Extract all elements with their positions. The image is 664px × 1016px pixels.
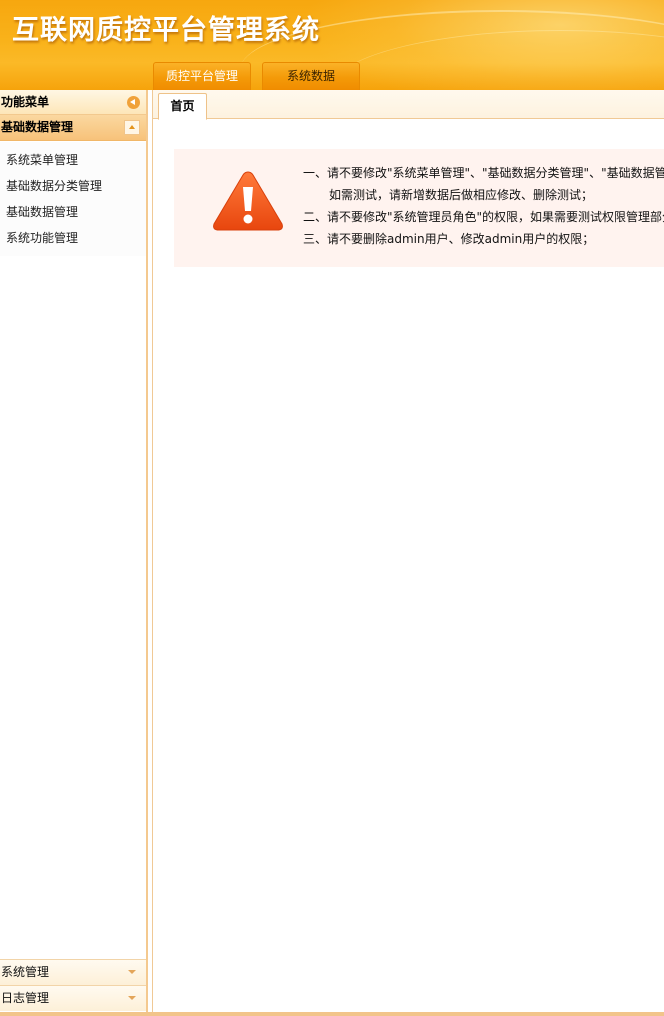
chevron-up-icon[interactable] — [124, 120, 140, 135]
app-title: 互联网质控平台管理系统 — [12, 15, 320, 46]
main-tab-bar: 首页 — [153, 90, 664, 120]
sidebar-group-basic-data[interactable]: 基础数据管理 — [0, 115, 146, 141]
tab-home[interactable]: 首页 — [158, 93, 207, 120]
collapse-sidebar-icon[interactable] — [127, 96, 140, 109]
notice-line-4: 三、请不要删除admin用户、修改admin用户的权限； — [303, 232, 595, 246]
sidebar-item-data-category[interactable]: 基础数据分类管理 — [0, 173, 146, 199]
bottom-border — [0, 1012, 664, 1016]
notice-line-2: 如需测试，请新增数据后做相应修改、删除测试； — [329, 188, 594, 202]
sidebar-group-label: 日志管理 — [1, 991, 50, 1005]
main-panel: 首页 一、请不要修改"系统菜单管理"、"基础数据分类管理"、"基础数据管理" 如… — [152, 90, 664, 1014]
nav-tab-system-data[interactable]: 系统数据 — [262, 62, 360, 90]
notice-line-1: 一、请不要修改"系统菜单管理"、"基础数据分类管理"、"基础数据管理" — [303, 166, 664, 180]
chevron-down-icon — [128, 970, 136, 974]
notice-line-3: 二、请不要修改"系统管理员角色"的权限，如果需要测试权限管理部分 — [303, 210, 664, 224]
sidebar-header: 功能菜单 — [0, 90, 146, 115]
sidebar-header-title: 功能菜单 — [1, 95, 50, 109]
app-header: 互联网质控平台管理系统 质控平台管理 系统数据 — [0, 0, 664, 90]
sidebar-item-system-menu[interactable]: 系统菜单管理 — [0, 147, 146, 173]
chevron-down-icon — [128, 996, 136, 1000]
nav-tab-quality-platform[interactable]: 质控平台管理 — [153, 62, 251, 90]
sidebar: 功能菜单 基础数据管理 系统菜单管理 基础数据分类管理 基础数据管理 系统功能管… — [0, 90, 148, 1014]
sidebar-item-basic-data[interactable]: 基础数据管理 — [0, 199, 146, 225]
notice-box: 一、请不要修改"系统菜单管理"、"基础数据分类管理"、"基础数据管理" 如需测试… — [174, 149, 664, 267]
sidebar-menu-list: 系统菜单管理 基础数据分类管理 基础数据管理 系统功能管理 — [0, 142, 146, 256]
warning-icon — [213, 171, 283, 231]
sidebar-item-system-function[interactable]: 系统功能管理 — [0, 225, 146, 251]
sidebar-group-label: 基础数据管理 — [1, 120, 74, 134]
sidebar-group-system-management[interactable]: 系统管理 — [0, 959, 146, 985]
notice-text: 一、请不要修改"系统菜单管理"、"基础数据分类管理"、"基础数据管理" 如需测试… — [303, 162, 664, 250]
sidebar-group-label: 系统管理 — [1, 965, 50, 979]
sidebar-group-log-management[interactable]: 日志管理 — [0, 985, 146, 1011]
